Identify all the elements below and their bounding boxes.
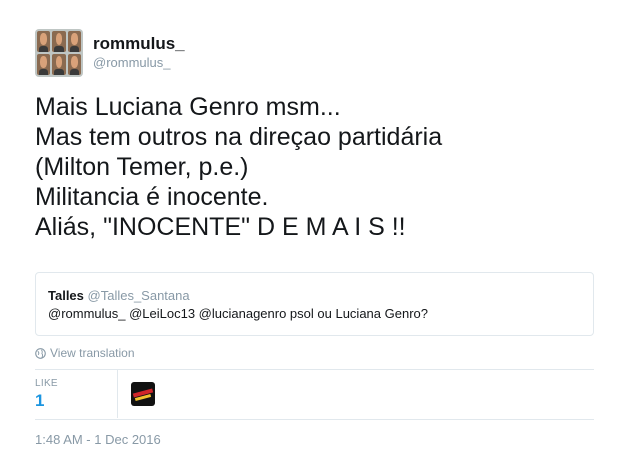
tweet-text-line: Aliás, "INOCENTE" D E M A I S !! (35, 213, 406, 241)
avatar-face (37, 31, 51, 52)
avatar-face (52, 31, 66, 52)
quoted-display-name: Talles (48, 288, 84, 303)
tweet-card: rommulus_ @rommulus_ Mais Luciana Genro … (0, 0, 634, 463)
quoted-tweet-header: Talles @Talles_Santana (48, 287, 581, 305)
tweet-text: Mais Luciana Genro msm... Mas tem outros… (35, 92, 615, 242)
avatar-face (67, 54, 81, 75)
avatar-face (52, 54, 66, 75)
view-translation-label: View translation (50, 346, 135, 360)
globe-icon (35, 347, 46, 359)
tweet-timestamp[interactable]: 1:48 AM - 1 Dec 2016 (35, 432, 161, 447)
like-count: 1 (35, 391, 45, 410)
tweet-stats: LIKE 1 (35, 370, 155, 418)
tweet-text-line: Mas tem outros na direçao partidária (35, 123, 443, 151)
author-display-name[interactable]: rommulus_ (93, 34, 185, 54)
view-translation-link[interactable]: View translation (35, 346, 135, 360)
author-handle[interactable]: @rommulus_ (93, 54, 185, 72)
tweet-text-line: Mais Luciana Genro msm... (35, 93, 341, 121)
quoted-tweet-text: @rommulus_ @LeiLoc13 @lucianagenro psol … (48, 306, 428, 321)
author-names: rommulus_ @rommulus_ (93, 34, 185, 72)
quoted-tweet[interactable]: Talles @Talles_Santana @rommulus_ @LeiLo… (35, 272, 594, 336)
divider (35, 419, 594, 420)
likers-list (118, 370, 155, 418)
tweet-header: rommulus_ @rommulus_ (35, 29, 185, 77)
avatar-face (67, 31, 81, 52)
like-stat[interactable]: LIKE 1 (35, 370, 117, 418)
avatar-face (37, 54, 51, 75)
tweet-text-line: Militancia é inocente. (35, 183, 269, 211)
tweet-text-line: (Milton Temer, p.e.) (35, 153, 249, 181)
author-avatar[interactable] (35, 29, 83, 77)
quoted-handle: @Talles_Santana (87, 288, 190, 303)
like-label: LIKE (35, 378, 58, 389)
liker-avatar[interactable] (131, 382, 155, 406)
